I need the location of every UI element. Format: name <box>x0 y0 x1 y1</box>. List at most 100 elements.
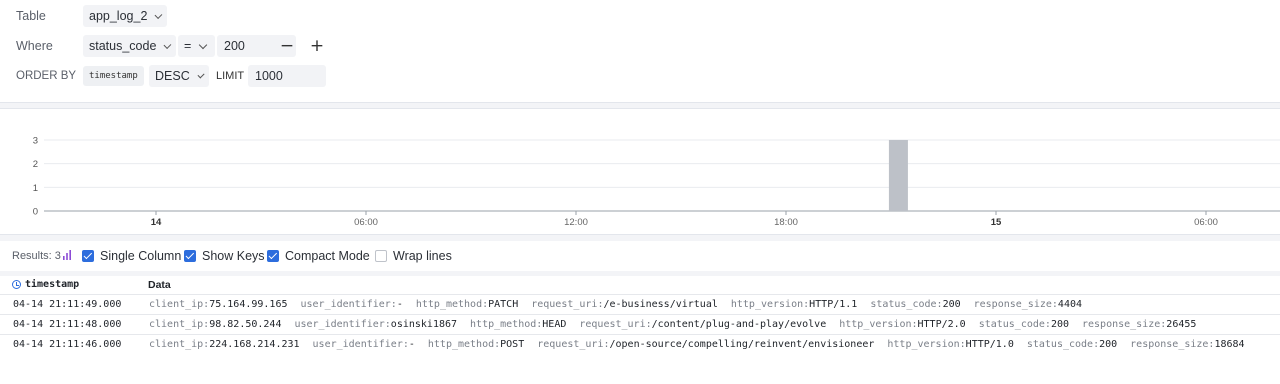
chevron-down-icon <box>154 10 163 19</box>
order-direction-select[interactable]: DESC <box>149 65 209 87</box>
field-key: user_identifier: <box>312 339 409 350</box>
field-value: 200 <box>1050 319 1069 330</box>
x-tick-label: 18:00 <box>774 217 798 228</box>
checkbox-unchecked-icon <box>375 250 387 262</box>
show-keys-label: Show Keys <box>202 249 265 263</box>
where-field-select[interactable]: status_code <box>83 35 176 57</box>
field-value: - <box>396 299 403 310</box>
field-pair: request_uri:/open-source/compelling/rein… <box>537 339 874 350</box>
limit-input[interactable]: 1000 <box>248 65 326 87</box>
limit-value: 1000 <box>255 69 283 83</box>
log-table: timestamp Data 04-14 21:11:49.000 client_… <box>0 276 1280 384</box>
single-column-checkbox[interactable]: Single Column <box>82 249 181 263</box>
x-tick-label: 06:00 <box>354 217 378 228</box>
chevron-down-icon <box>163 40 172 49</box>
y-tick-label: 3 <box>33 136 38 147</box>
field-key: response_size: <box>973 299 1058 310</box>
field-value: /open-source/compelling/reinvent/envisio… <box>609 339 875 350</box>
field-key: client_ip: <box>149 299 210 310</box>
field-pair: http_version:HTTP/1.0 <box>887 339 1013 350</box>
row-timestamp: 04-14 21:11:48.000 <box>13 319 122 330</box>
where-value-text: 200 <box>224 39 245 53</box>
field-value: PATCH <box>488 299 519 310</box>
field-value: 4404 <box>1057 299 1083 310</box>
field-key: request_uri: <box>537 339 610 350</box>
field-value: 75.164.99.165 <box>209 299 288 310</box>
field-key: client_ip: <box>149 339 210 350</box>
checkbox-checked-icon <box>267 250 279 262</box>
where-label: Where <box>16 39 53 53</box>
table-row[interactable]: 04-14 21:11:48.000 client_ip:98.82.50.244… <box>0 314 1280 334</box>
wrap-lines-label: Wrap lines <box>393 249 452 263</box>
table-row[interactable]: 04-14 21:11:49.000 client_ip:75.164.99.16… <box>0 294 1280 314</box>
field-value: HTTP/2.0 <box>917 319 966 330</box>
field-pair: status_code:200 <box>1027 339 1117 350</box>
field-pair: user_identifier:osinski1867 <box>294 319 457 330</box>
compact-mode-checkbox[interactable]: Compact Mode <box>267 249 370 263</box>
table-select-value: app_log_2 <box>89 9 148 23</box>
field-pair: http_version:HTTP/1.1 <box>731 299 857 310</box>
field-key: request_uri: <box>579 319 652 330</box>
minus-icon: − <box>279 36 295 56</box>
field-key: client_ip: <box>149 319 210 330</box>
limit-label: LIMIT <box>216 70 245 82</box>
field-value: HTTP/1.0 <box>965 339 1014 350</box>
y-tick-label: 1 <box>33 183 38 194</box>
field-pair: client_ip:75.164.99.165 <box>149 299 288 310</box>
remove-condition-button[interactable]: − <box>278 36 296 56</box>
field-key: http_version: <box>730 299 810 310</box>
where-operator-value: = <box>184 39 192 53</box>
field-key: http_version: <box>839 319 918 330</box>
field-value: /content/plug-and-play/evolve <box>651 319 827 330</box>
table-row[interactable]: 04-14 21:11:46.000 client_ip:224.168.214.… <box>0 334 1280 354</box>
field-key: http_version: <box>887 339 966 350</box>
field-pair: status_code:200 <box>870 299 960 310</box>
column-header-data[interactable]: Data <box>148 279 171 291</box>
field-pair: client_ip:224.168.214.231 <box>149 339 300 350</box>
row-data: client_ip:98.82.50.244 user_identifier:os… <box>149 319 1209 330</box>
bar-chart-icon[interactable] <box>62 250 72 260</box>
field-pair: status_code:200 <box>979 319 1069 330</box>
column-header-timestamp[interactable]: timestamp <box>25 279 79 290</box>
field-pair: request_uri:/e-business/virtual <box>531 299 718 310</box>
table-select[interactable]: app_log_2 <box>83 5 167 27</box>
field-pair: response_size:26455 <box>1082 319 1196 330</box>
chevron-down-icon <box>197 70 205 79</box>
order-field-value: timestamp <box>89 71 138 81</box>
field-value: /e-business/virtual <box>603 299 718 310</box>
field-key: response_size: <box>1082 319 1167 330</box>
field-value: HEAD <box>542 319 567 330</box>
x-tick-label: 15 <box>991 217 1002 228</box>
field-pair: response_size:18684 <box>1130 339 1244 350</box>
x-tick-label: 14 <box>151 217 162 228</box>
field-key: http_method: <box>470 319 543 330</box>
field-pair: user_identifier:- <box>301 299 403 310</box>
add-condition-button[interactable]: + <box>308 36 326 56</box>
x-tick-label: 12:00 <box>564 217 588 228</box>
order-by-label: ORDER BY <box>16 70 77 82</box>
table-label: Table <box>16 9 46 23</box>
field-value: 224.168.214.231 <box>209 339 300 350</box>
wrap-lines-checkbox[interactable]: Wrap lines <box>375 249 452 263</box>
field-value: 98.82.50.244 <box>209 319 282 330</box>
field-pair: user_identifier:- <box>313 339 415 350</box>
field-pair: http_method:HEAD <box>470 319 566 330</box>
field-key: user_identifier: <box>300 299 397 310</box>
results-toolbar: Results: 3 Single Column Show Keys Compa… <box>0 241 1280 271</box>
show-keys-checkbox[interactable]: Show Keys <box>184 249 265 263</box>
query-builder: Table app_log_2 Where status_code = 200 … <box>0 0 1280 103</box>
field-value: 200 <box>942 299 961 310</box>
field-key: http_method: <box>427 339 501 350</box>
field-value: 18684 <box>1214 339 1245 350</box>
clock-icon <box>12 280 21 289</box>
field-key: status_code: <box>978 319 1051 330</box>
field-key: status_code: <box>870 299 943 310</box>
field-pair: request_uri:/content/plug-and-play/evolv… <box>579 319 826 330</box>
order-field-chip[interactable]: timestamp <box>83 66 144 86</box>
field-value: HTTP/1.1 <box>809 299 858 310</box>
where-field-value: status_code <box>89 39 157 53</box>
where-operator-select[interactable]: = <box>178 35 215 57</box>
table-header: timestamp Data <box>0 276 1280 294</box>
results-count: Results: 3 <box>12 250 61 262</box>
field-pair: client_ip:98.82.50.244 <box>149 319 281 330</box>
